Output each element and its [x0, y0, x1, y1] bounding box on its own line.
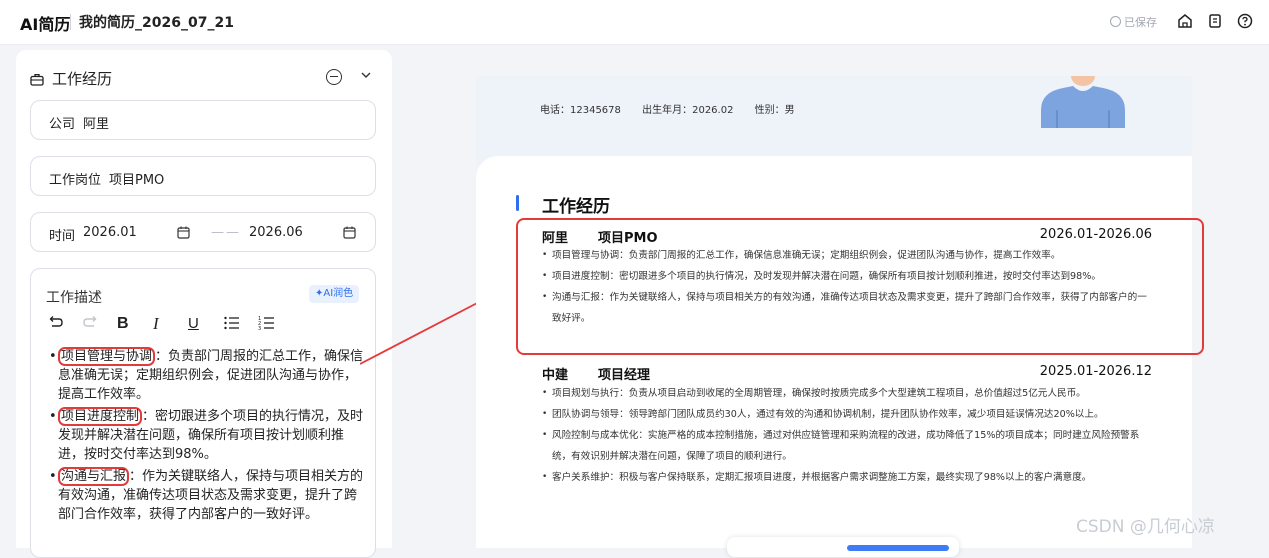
- section-header[interactable]: 工作经历: [30, 68, 112, 89]
- date-range-separator: ——: [211, 225, 241, 240]
- description-item: 项目进度控制：密切跟进多个项目的执行情况，及时发现并解决潜在问题，确保所有项目按…: [49, 407, 367, 464]
- description-item: 沟通与汇报：作为关键联络人，保持与项目相关方的有效沟通，准确传达项目状态及需求变…: [49, 467, 367, 524]
- editor-panel: 工作经历 公司 阿里 工作岗位 项目PMO 时间 2026.01 —— 2026…: [16, 50, 392, 558]
- company-label: 公司: [49, 117, 76, 132]
- description-content[interactable]: 项目管理与协调：负责部门周报的汇总工作，确保信息准确无误；定期组织例会，促进团队…: [49, 347, 367, 527]
- gender-text: 性别：男: [754, 105, 795, 116]
- description-label: 工作描述: [46, 290, 102, 306]
- document-title[interactable]: 我的简历_2026_07_21: [79, 12, 234, 32]
- time-label: 时间: [49, 229, 76, 244]
- section-title: 工作经历: [52, 70, 113, 88]
- bold-icon[interactable]: B: [117, 315, 129, 333]
- help-icon[interactable]: [1236, 12, 1254, 30]
- company-field[interactable]: 公司 阿里: [30, 100, 376, 140]
- document-icon[interactable]: [1206, 12, 1224, 30]
- end-date-input[interactable]: 2026.06: [249, 225, 303, 240]
- top-bar: AI简历 我的简历_2026_07_21 已保存: [0, 0, 1269, 45]
- home-icon[interactable]: [1176, 12, 1194, 30]
- phone-text: 电话：12345678: [540, 105, 621, 116]
- chevron-down-icon[interactable]: [360, 68, 372, 82]
- numbered-list-icon[interactable]: 123: [258, 315, 276, 331]
- bullet-list-icon[interactable]: [223, 315, 241, 331]
- job-bullet: 风险控制与成本优化：实施严格的成本控制措施，通过对供应链管理和采购流程的改进，成…: [542, 425, 1154, 467]
- highlighted-keyword: 沟通与汇报: [58, 467, 130, 486]
- job-bullets: 项目规划与执行：负责从项目启动到收尾的全周期管理，确保按时按质完成多个大型建筑工…: [542, 383, 1154, 488]
- avatar[interactable]: [1035, 76, 1131, 128]
- job-bullet: 团队协调与领导：领导跨部门团队成员约30人，通过有效的沟通和协调机制，提升团队协…: [542, 404, 1154, 425]
- company-value[interactable]: 阿里: [83, 113, 109, 132]
- job-header: 中建 项目经理 2025.01-2026.12: [542, 364, 1152, 383]
- position-field[interactable]: 工作岗位 项目PMO: [30, 156, 376, 196]
- job-bullet: 项目规划与执行：负责从项目启动到收尾的全周期管理，确保按时按质完成多个大型建筑工…: [542, 383, 1154, 404]
- svg-text:3: 3: [258, 326, 261, 331]
- calendar-icon[interactable]: [343, 226, 356, 239]
- redo-icon[interactable]: [81, 315, 99, 331]
- italic-icon[interactable]: I: [153, 315, 159, 333]
- position-label: 工作岗位: [49, 173, 102, 188]
- job-company: 中建: [542, 368, 569, 383]
- section-accent-bar: [516, 195, 519, 211]
- contact-info: 电话：12345678 出生年月：2026.02 性别：男: [540, 101, 811, 116]
- watermark: CSDN @几何心凉: [1076, 517, 1215, 537]
- description-item: 项目管理与协调：负责部门周报的汇总工作，确保信息准确无误；定期组织例会，促进团队…: [49, 347, 367, 404]
- title-divider: [70, 14, 71, 30]
- highlighted-keyword: 项目管理与协调: [58, 347, 156, 366]
- undo-icon[interactable]: [47, 315, 65, 331]
- save-status: 已保存: [1110, 14, 1157, 30]
- annotation-highlight-box: [516, 218, 1204, 355]
- underline-icon[interactable]: U: [188, 315, 199, 333]
- time-field[interactable]: 时间 2026.01 —— 2026.06: [30, 212, 376, 252]
- job-position: 项目经理: [598, 368, 651, 383]
- briefcase-icon: [30, 73, 44, 86]
- job-date: 2025.01-2026.12: [1039, 364, 1152, 379]
- ai-polish-button[interactable]: ✦AI润色: [309, 285, 360, 303]
- highlighted-keyword: 项目进度控制: [58, 407, 143, 426]
- check-circle-icon: [1110, 16, 1121, 27]
- resume-section-title: 工作经历: [542, 197, 610, 217]
- floating-toolbar[interactable]: [727, 537, 959, 557]
- position-value[interactable]: 项目PMO: [109, 169, 164, 188]
- start-date-input[interactable]: 2026.01: [83, 225, 137, 240]
- remove-section-icon[interactable]: [326, 69, 342, 85]
- floating-action-button[interactable]: [847, 545, 949, 551]
- save-status-label: 已保存: [1124, 16, 1157, 29]
- job-bullet: 客户关系维护：积极与客户保持联系，定期汇报项目进度，并根据客户需求调整施工方案，…: [542, 467, 1154, 488]
- birth-text: 出生年月：2026.02: [642, 105, 734, 116]
- calendar-icon[interactable]: [177, 226, 190, 239]
- app-logo[interactable]: AI简历: [20, 11, 70, 35]
- description-editor[interactable]: 工作描述 ✦AI润色 B I U 123 项目管理与协调：负责部门周报的汇总工作…: [30, 268, 376, 558]
